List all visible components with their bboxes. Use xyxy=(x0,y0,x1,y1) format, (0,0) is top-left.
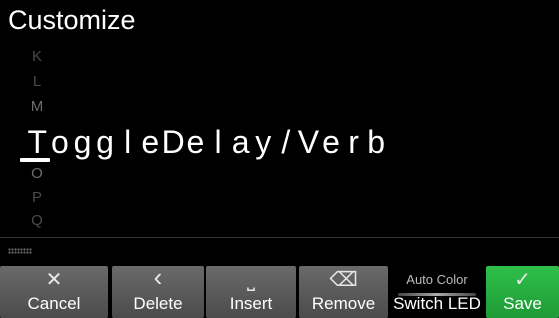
name-field[interactable]: To g g l eDe l a y / Ve r b xyxy=(26,122,388,162)
name-char[interactable]: / xyxy=(275,122,298,162)
char-option-below-3[interactable]: Q xyxy=(26,211,48,231)
cancel-button[interactable]: ✕ Cancel xyxy=(0,266,108,318)
check-icon: ✓ xyxy=(514,269,531,291)
delete-label: Delete xyxy=(133,294,183,313)
name-char[interactable]: o xyxy=(49,122,72,162)
remove-button[interactable]: ⌫ Remove xyxy=(299,266,388,318)
eraser-icon: ⌫ xyxy=(329,269,358,291)
name-char[interactable]: l xyxy=(116,122,139,162)
page-title: Customize xyxy=(8,5,136,35)
delete-button[interactable]: ‹ Delete xyxy=(112,262,204,318)
name-char[interactable]: r xyxy=(342,122,365,162)
close-icon: ✕ xyxy=(45,269,63,291)
page-indicator-icon xyxy=(8,248,32,254)
remove-label: Remove xyxy=(311,294,376,313)
name-char[interactable]: l xyxy=(207,122,230,162)
chevron-left-icon: ‹ xyxy=(153,262,163,292)
switch-led-label: Switch LED xyxy=(393,294,481,313)
name-char[interactable]: D xyxy=(162,122,185,162)
insert-label: Insert xyxy=(229,294,273,313)
space-icon: ⎵ xyxy=(247,269,255,291)
cancel-label: Cancel xyxy=(27,294,81,313)
name-char[interactable]: y xyxy=(252,122,275,162)
name-char[interactable]: a xyxy=(229,122,252,162)
insert-button[interactable]: ⎵ Insert xyxy=(206,266,296,318)
char-option-above-1[interactable]: K xyxy=(26,47,48,67)
name-char[interactable]: T xyxy=(26,122,49,162)
char-option-below-2[interactable]: P xyxy=(26,188,48,208)
bottom-toolbar: ✕ Cancel ‹ Delete ⎵ Insert ⌫ Remove Auto… xyxy=(0,262,559,318)
save-button[interactable]: ✓ Save xyxy=(486,266,559,318)
name-char[interactable]: V xyxy=(297,122,320,162)
char-option-above-3[interactable]: M xyxy=(26,97,48,117)
name-char[interactable]: b xyxy=(365,122,388,162)
char-option-below-1[interactable]: O xyxy=(26,164,48,184)
divider xyxy=(0,237,559,238)
save-label: Save xyxy=(503,294,542,313)
name-char[interactable]: g xyxy=(71,122,94,162)
name-char[interactable]: e xyxy=(320,122,343,162)
name-char[interactable]: e xyxy=(184,122,207,162)
name-char[interactable]: g xyxy=(94,122,117,162)
text-cursor xyxy=(20,158,50,162)
name-char[interactable]: e xyxy=(139,122,162,162)
char-option-above-2[interactable]: L xyxy=(26,72,48,92)
switch-led-button[interactable]: Auto Color Switch LED xyxy=(390,266,484,318)
switch-led-color: Auto Color xyxy=(406,272,468,287)
